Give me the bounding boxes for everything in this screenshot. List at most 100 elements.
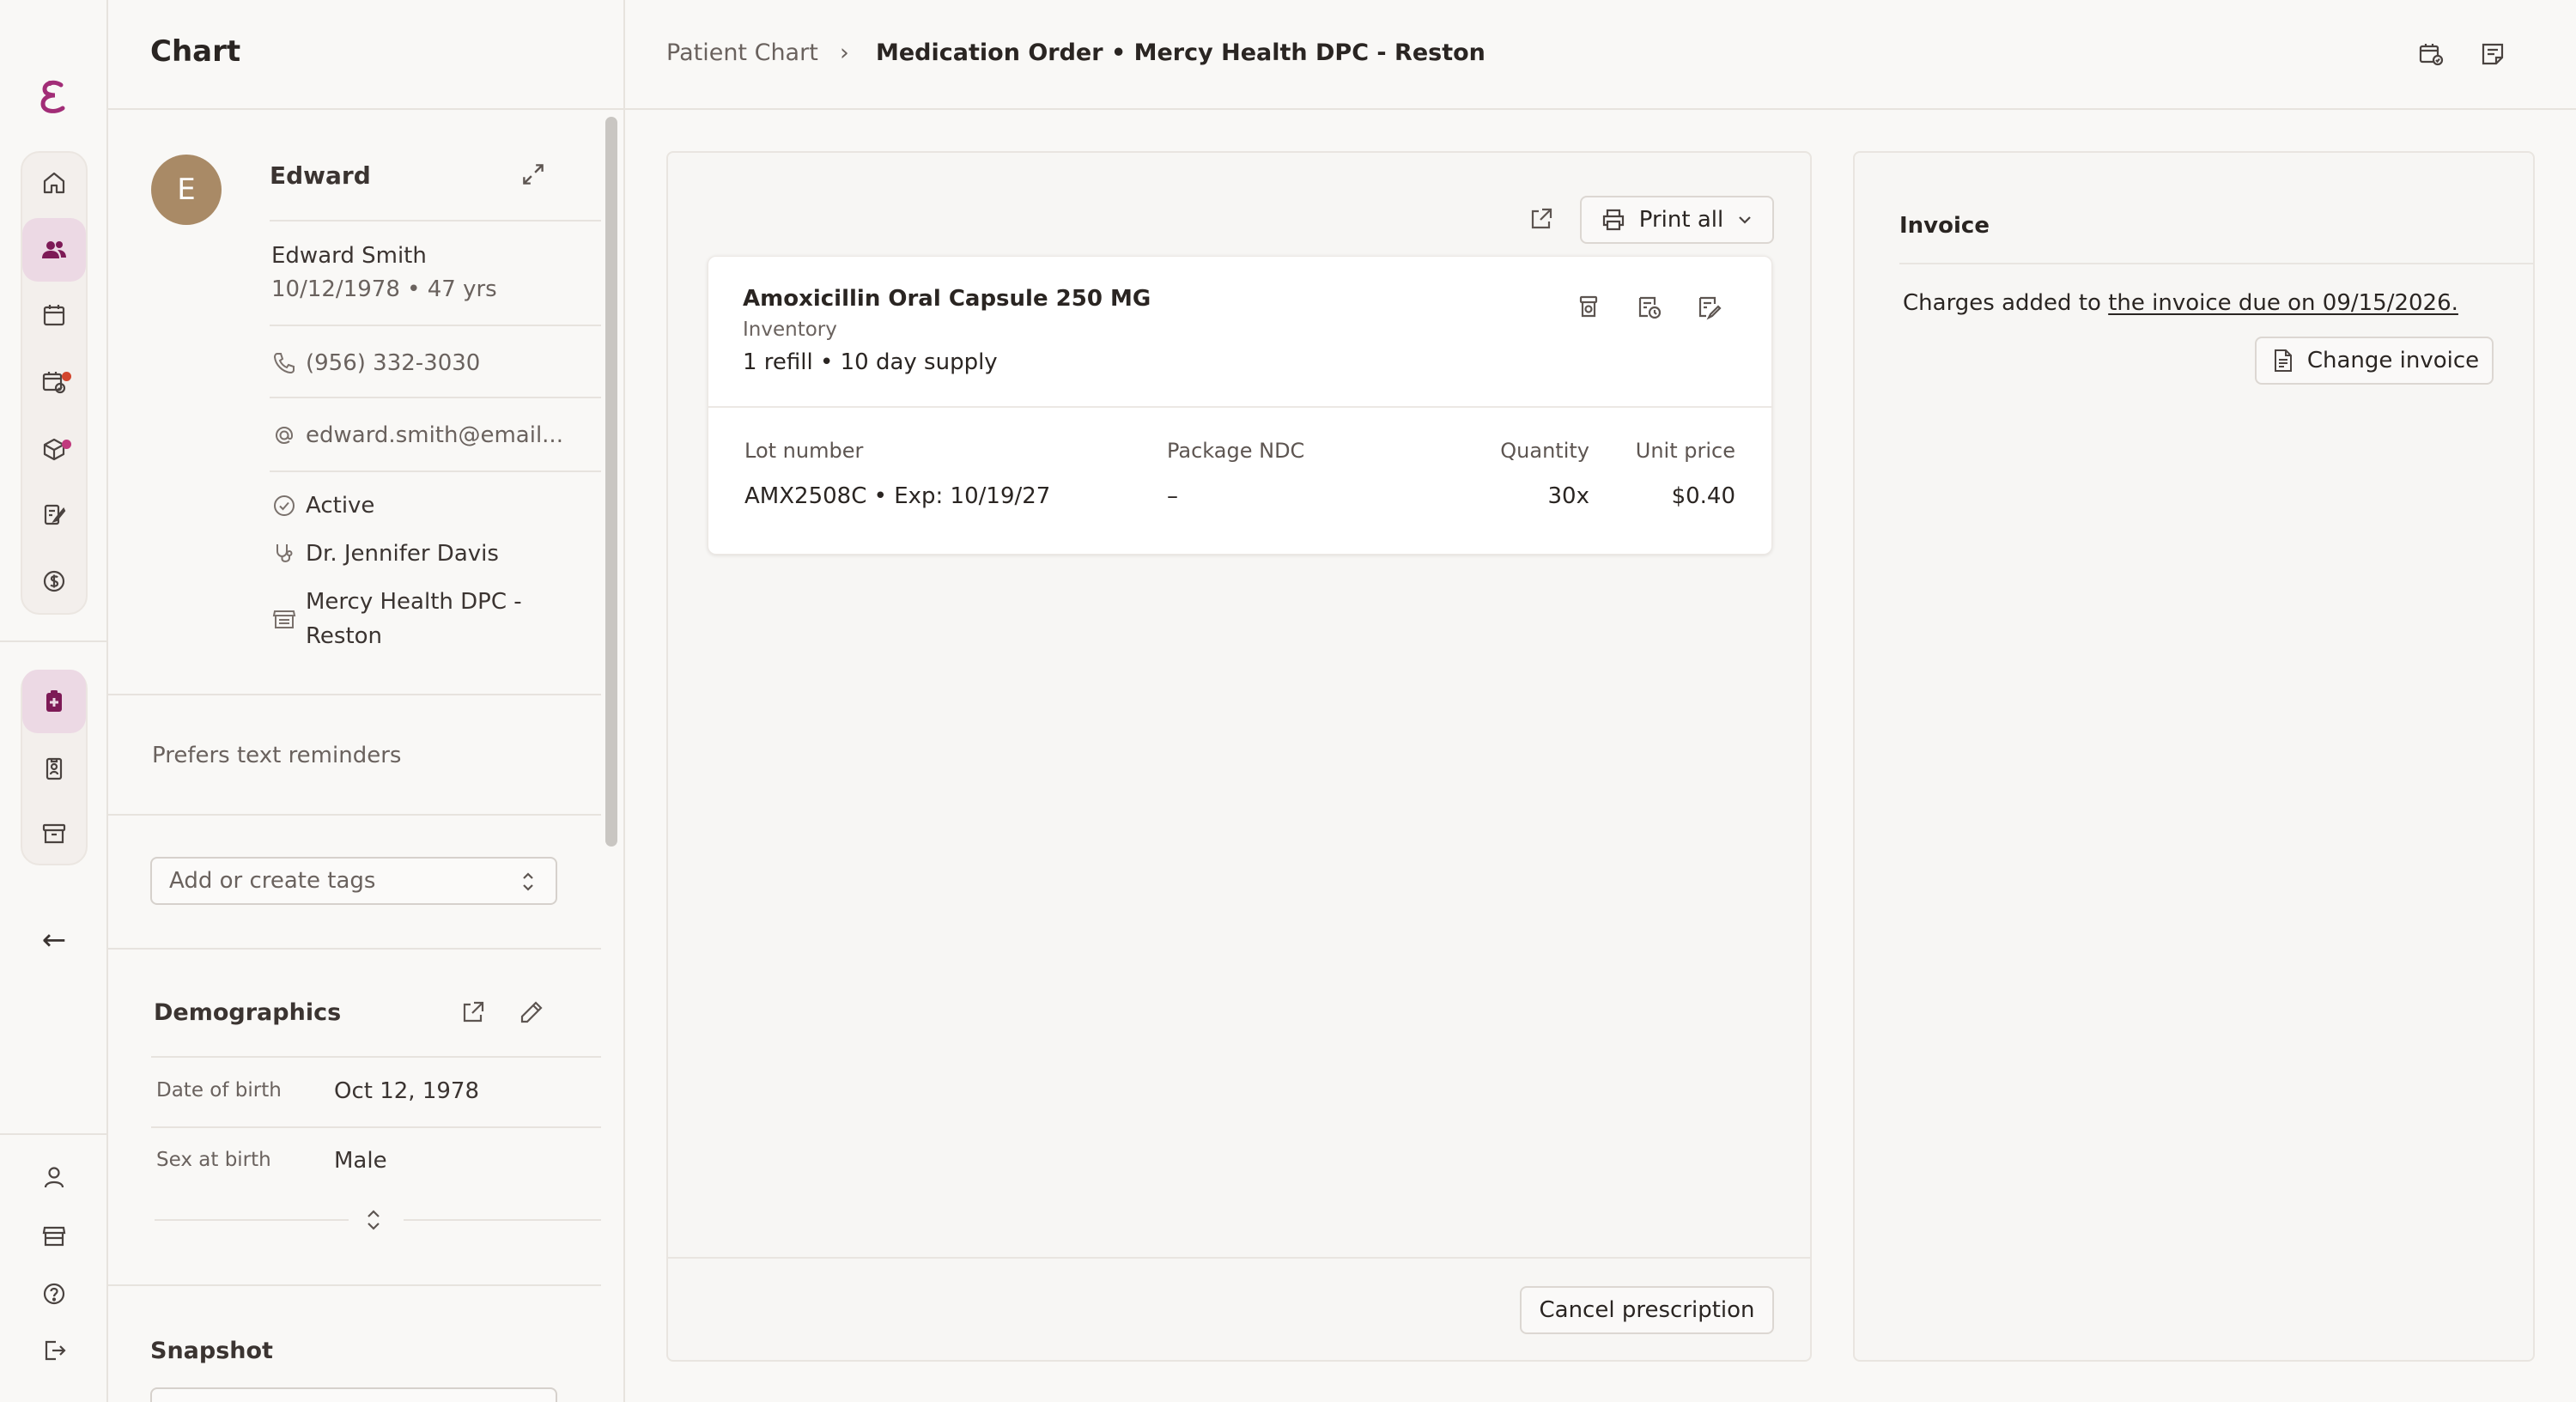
profile-button[interactable] [22, 1145, 86, 1209]
refill-history-button[interactable] [1629, 288, 1668, 327]
expand-demographics-button[interactable] [354, 1200, 393, 1240]
patient-provider: Dr. Jennifer Davis [306, 541, 499, 567]
dollar-circle-icon [43, 570, 65, 592]
edit-prescription-button[interactable] [1689, 288, 1728, 327]
expand-icon [523, 164, 544, 185]
archive-icon [42, 823, 66, 844]
table-cell-package-ndc: – [1167, 483, 1178, 509]
sidebar-title: Chart [150, 34, 241, 69]
divider [155, 1219, 349, 1221]
change-invoice-label: Change invoice [2306, 348, 2480, 373]
snapshot-card [150, 1387, 557, 1402]
change-invoice-button[interactable]: Change invoice [2255, 337, 2494, 385]
invoice-icon [2274, 349, 2292, 372]
home-button[interactable] [22, 151, 86, 215]
demographics-title: Demographics [154, 999, 342, 1026]
patients-button[interactable] [22, 218, 86, 282]
clinic-button[interactable] [22, 1204, 86, 1267]
reminder-note: Prefers text reminders [152, 743, 402, 768]
discard-medication-button[interactable] [1569, 288, 1608, 327]
printer-icon [1602, 209, 1624, 231]
patient-avatar: E [151, 155, 222, 225]
order-panel: Print all Amoxicillin Oral Capsule 250 M… [666, 151, 1812, 1362]
schedule-check-button[interactable] [2411, 34, 2451, 74]
sticky-note-icon [2482, 43, 2504, 65]
tags-select[interactable]: Add or create tags [150, 857, 557, 905]
demographics-row-label: Date of birth [156, 1079, 282, 1102]
invoice-title: Invoice [1899, 213, 1990, 239]
chevron-up-down-icon [523, 872, 533, 891]
divider [151, 1056, 601, 1058]
invoice-charges-text: Charges added to the invoice due on 09/1… [1903, 290, 2458, 316]
share-order-button[interactable] [1522, 199, 1561, 239]
archive-button[interactable] [22, 802, 86, 865]
check-circle-icon [271, 493, 297, 519]
patient-location-line1: Mercy Health DPC - [306, 589, 522, 615]
pencil-icon [520, 1001, 543, 1023]
section-divider [108, 694, 601, 695]
table-cell-quantity: 30x [1547, 483, 1589, 509]
demographics-row-value: Male [334, 1148, 387, 1174]
chevron-up-down-icon [368, 1210, 380, 1230]
card-divider [708, 406, 1773, 408]
divider [270, 220, 601, 222]
patient-short-name: Edward [270, 161, 371, 190]
id-badge-icon [46, 757, 63, 780]
medication-name: Amoxicillin Oral Capsule 250 MG [743, 286, 1151, 312]
divider [270, 397, 601, 398]
patient-dob-age: 10/12/1978 • 47 yrs [271, 276, 497, 302]
app-logo[interactable] [33, 76, 76, 118]
patient-status: Active [306, 493, 375, 519]
inventory-badge-dot [62, 440, 71, 449]
print-all-button[interactable]: Print all [1580, 196, 1774, 244]
demographics-row-label: Sex at birth [156, 1149, 271, 1171]
help-button[interactable] [22, 1262, 86, 1326]
invoice-link[interactable]: the invoice due on 09/15/2026. [2108, 290, 2458, 316]
invoice-charges-prefix: Charges added to [1903, 290, 2101, 316]
table-cell-lot-number: AMX2508C • Exp: 10/19/27 [744, 483, 1051, 509]
collapse-sidebar-button[interactable]: ← [33, 919, 76, 962]
clipboard-pen-icon [44, 504, 66, 525]
section-divider [108, 814, 601, 816]
medication-source: Inventory [743, 319, 837, 341]
tasks-button[interactable] [22, 350, 86, 414]
print-all-label: Print all [1638, 207, 1724, 233]
at-sign-icon [271, 422, 297, 448]
page-title: Medication Order • Mercy Health DPC - Re… [876, 39, 1485, 66]
tags-placeholder: Add or create tags [169, 868, 376, 894]
section-divider [108, 948, 601, 950]
orders-button[interactable] [22, 483, 86, 546]
tasks-alert-dot [62, 372, 71, 381]
breadcrumb-chevron-icon: › [840, 39, 849, 66]
calendar-button[interactable] [22, 283, 86, 347]
billing-button[interactable] [22, 549, 86, 613]
edit-demographics-button[interactable] [512, 992, 551, 1032]
help-circle-icon [43, 1283, 65, 1305]
invoice-panel: Invoice Charges added to the invoice due… [1853, 151, 2535, 1362]
snapshot-title: Snapshot [150, 1338, 273, 1364]
divider [151, 1126, 601, 1128]
breadcrumb-parent-link[interactable]: Patient Chart [666, 39, 818, 66]
share-icon [463, 1001, 484, 1023]
storefront-icon [42, 1226, 66, 1247]
prescription-edit-icon [1698, 296, 1722, 320]
notes-button[interactable] [2473, 34, 2512, 74]
calendar-check-icon [2419, 44, 2444, 66]
patient-phone[interactable]: (956) 332-3030 [306, 350, 480, 376]
patient-email[interactable]: edward.smith@email... [306, 422, 563, 448]
logout-button[interactable] [22, 1319, 86, 1382]
cancel-prescription-button[interactable]: Cancel prescription [1520, 1286, 1774, 1334]
rail-divider [0, 640, 108, 642]
section-divider [108, 1284, 601, 1286]
user-icon [44, 1167, 64, 1188]
badge-button[interactable] [22, 737, 86, 800]
share-demographics-button[interactable] [453, 992, 493, 1032]
divider [270, 325, 601, 326]
invoice-divider [1899, 263, 2535, 264]
sidebar-scrollbar-thumb[interactable] [605, 117, 617, 847]
chevron-down-icon [1739, 216, 1751, 224]
medical-record-button[interactable] [22, 670, 86, 733]
column-header-quantity: Quantity [1500, 439, 1589, 463]
expand-patient-button[interactable] [513, 155, 553, 194]
inventory-button[interactable] [22, 417, 86, 481]
